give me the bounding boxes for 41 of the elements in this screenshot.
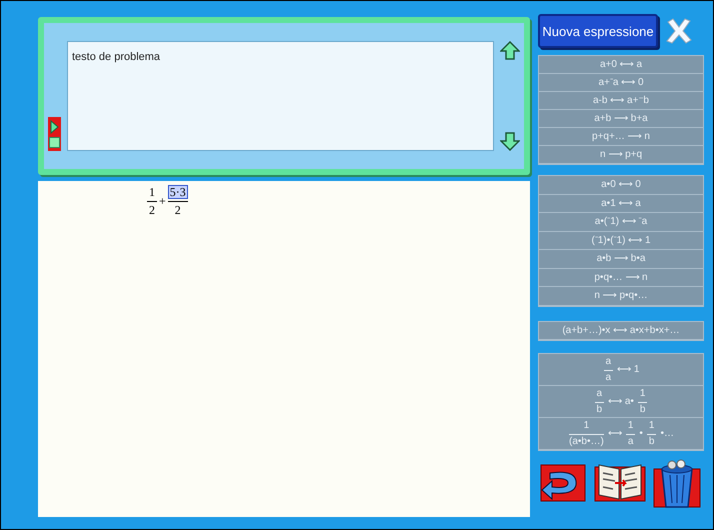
numerator: 1 xyxy=(148,185,156,199)
operator: + xyxy=(159,192,166,210)
play-icon[interactable] xyxy=(50,120,59,134)
trash-can-icon[interactable] xyxy=(652,459,702,509)
numerator: 5·3 xyxy=(168,185,188,199)
rule-button[interactable]: a+b ⟶ b+a xyxy=(539,110,703,128)
rule-button[interactable]: a•(⁻1) ⟷ ⁻a xyxy=(539,213,703,232)
rule-button[interactable]: a+⁻a ⟷ 0 xyxy=(539,74,703,92)
problem-text-area[interactable]: testo de problema xyxy=(67,41,494,151)
rule-button[interactable]: a+0 ⟷ a xyxy=(539,56,703,74)
rule-button[interactable]: a-b ⟷ a+⁻b xyxy=(539,92,703,110)
rule-button[interactable]: n ⟶ p•q•… xyxy=(539,287,703,306)
denominator: b xyxy=(640,405,646,415)
numerator: 1 xyxy=(582,420,590,432)
problem-text: testo de problema xyxy=(72,51,160,63)
scroll-down-arrow-icon[interactable] xyxy=(500,131,520,151)
rule-button[interactable]: n ⟶ p+q xyxy=(539,146,703,164)
play-stop-control[interactable] xyxy=(48,117,61,151)
close-icon[interactable] xyxy=(664,16,694,46)
new-expression-button[interactable]: Nuova espressione xyxy=(538,14,658,48)
numerator: 1 xyxy=(648,420,656,432)
rule-button[interactable]: (⁻1)•(⁻1) ⟷ 1 xyxy=(539,232,703,250)
denominator: 2 xyxy=(174,204,181,216)
denominator: (a•b•…) xyxy=(569,437,604,447)
numerator: a xyxy=(596,388,604,400)
rule-button[interactable]: p+q+… ⟶ n xyxy=(539,128,703,146)
denominator: a xyxy=(606,373,612,383)
stop-icon[interactable] xyxy=(49,137,60,148)
rule-button[interactable]: a•0 ⟷ 0 xyxy=(539,176,703,194)
denominator: a xyxy=(628,437,634,447)
denominator: b xyxy=(648,437,654,447)
rule-button[interactable]: (a+b+…)•x ⟷ a•x+b•x+… xyxy=(539,322,703,340)
numerator: a xyxy=(604,356,612,368)
denominator: b xyxy=(596,405,602,415)
numerator: 1 xyxy=(638,388,646,400)
denominator: 2 xyxy=(149,204,155,216)
scroll-up-arrow-icon[interactable] xyxy=(500,41,520,61)
rule-button[interactable]: a•1 ⟷ a xyxy=(539,194,703,213)
rule-button[interactable]: p•q•… ⟶ n xyxy=(539,268,703,287)
numerator: 1 xyxy=(626,420,634,432)
rule-button[interactable]: a•b ⟶ b•a xyxy=(539,250,703,268)
